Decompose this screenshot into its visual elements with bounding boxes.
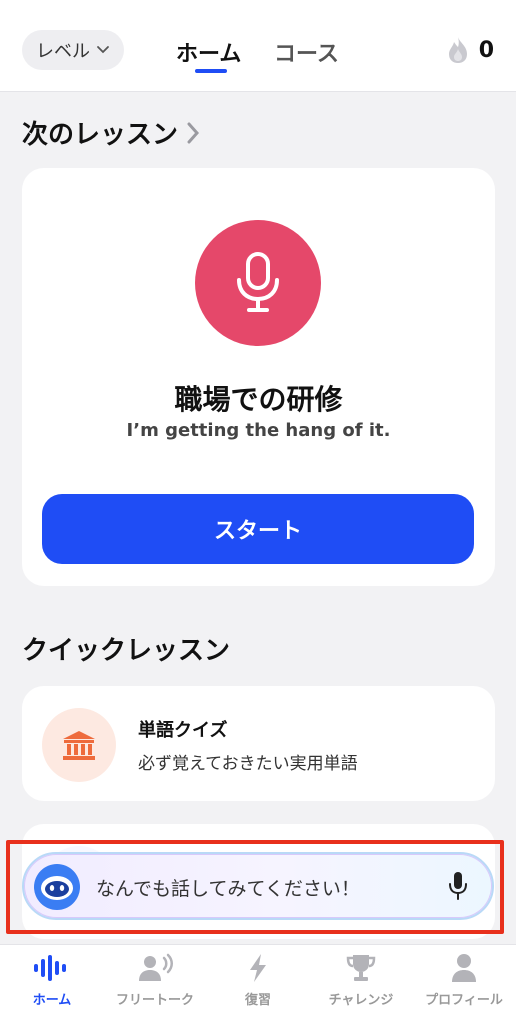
chevron-down-icon [97, 46, 109, 54]
speaking-person-icon [139, 953, 173, 981]
chat-input-bar[interactable]: なんでも話してみてください！ [22, 852, 494, 920]
waveform-icon [34, 955, 66, 981]
tab-home[interactable]: ホーム [176, 36, 241, 68]
level-dropdown[interactable]: レベル [22, 30, 124, 70]
microphone-icon [237, 252, 279, 312]
nav-label-home: ホーム [32, 993, 72, 1008]
nav-label-profile: プロフィール [425, 993, 503, 1008]
nav-item-profile[interactable]: プロフィール [412, 953, 516, 1008]
quick-lesson-item[interactable]: 単語クイズ 必ず覚えておきたい実用単語 [22, 686, 495, 801]
trophy-icon [346, 955, 376, 981]
lesson-icon-circle [195, 220, 321, 346]
top-header: レベル ホーム コース 0 [0, 0, 516, 92]
nav-item-free-talk[interactable]: フリートーク [103, 953, 207, 1008]
nav-label-challenge: チャレンジ [328, 993, 394, 1008]
quick-lessons-header: クイックレッスン [22, 630, 230, 667]
streak-count: 0 [478, 37, 494, 63]
microphone-icon[interactable] [448, 871, 468, 901]
person-icon [452, 954, 476, 982]
chevron-right-icon [187, 122, 200, 143]
level-label: レベル [36, 41, 90, 62]
bot-face-icon [41, 876, 73, 900]
nav-item-challenge[interactable]: チャレンジ [309, 953, 413, 1008]
lesson-subtitle: I’m getting the hang of it. [126, 420, 391, 441]
nav-item-review[interactable]: 復習 [206, 953, 310, 1008]
lightning-icon [250, 954, 266, 982]
bank-icon [63, 731, 95, 760]
flame-icon [448, 37, 467, 63]
next-lesson-card[interactable]: 職場での研修 I’m getting the hang of it. スタート [22, 168, 495, 586]
nav-label-review: 復習 [244, 993, 271, 1008]
streak-counter[interactable]: 0 [447, 36, 494, 64]
bot-avatar-icon [34, 864, 80, 910]
nav-label-free-talk: フリートーク [115, 993, 194, 1008]
next-lesson-title: 次のレッスン [22, 120, 179, 150]
quick-lesson-description: 必ず覚えておきたい実用単語 [138, 754, 358, 774]
next-lesson-header[interactable]: 次のレッスン [22, 114, 202, 151]
active-tab-indicator [195, 69, 227, 73]
bottom-navigation: ホーム フリートーク 復習 チャレンジ プロフィール [0, 944, 516, 1024]
chat-placeholder: なんでも話してみてください！ [96, 878, 360, 900]
nav-item-home[interactable]: ホーム [0, 953, 104, 1008]
start-button[interactable]: スタート [42, 494, 474, 564]
quick-lesson-icon-circle [42, 708, 116, 782]
tab-course[interactable]: コース [274, 36, 339, 68]
quick-lesson-name: 単語クイズ [138, 720, 228, 741]
quick-lessons-title: クイックレッスン [22, 636, 231, 666]
lesson-title: 職場での研修 [174, 383, 343, 416]
